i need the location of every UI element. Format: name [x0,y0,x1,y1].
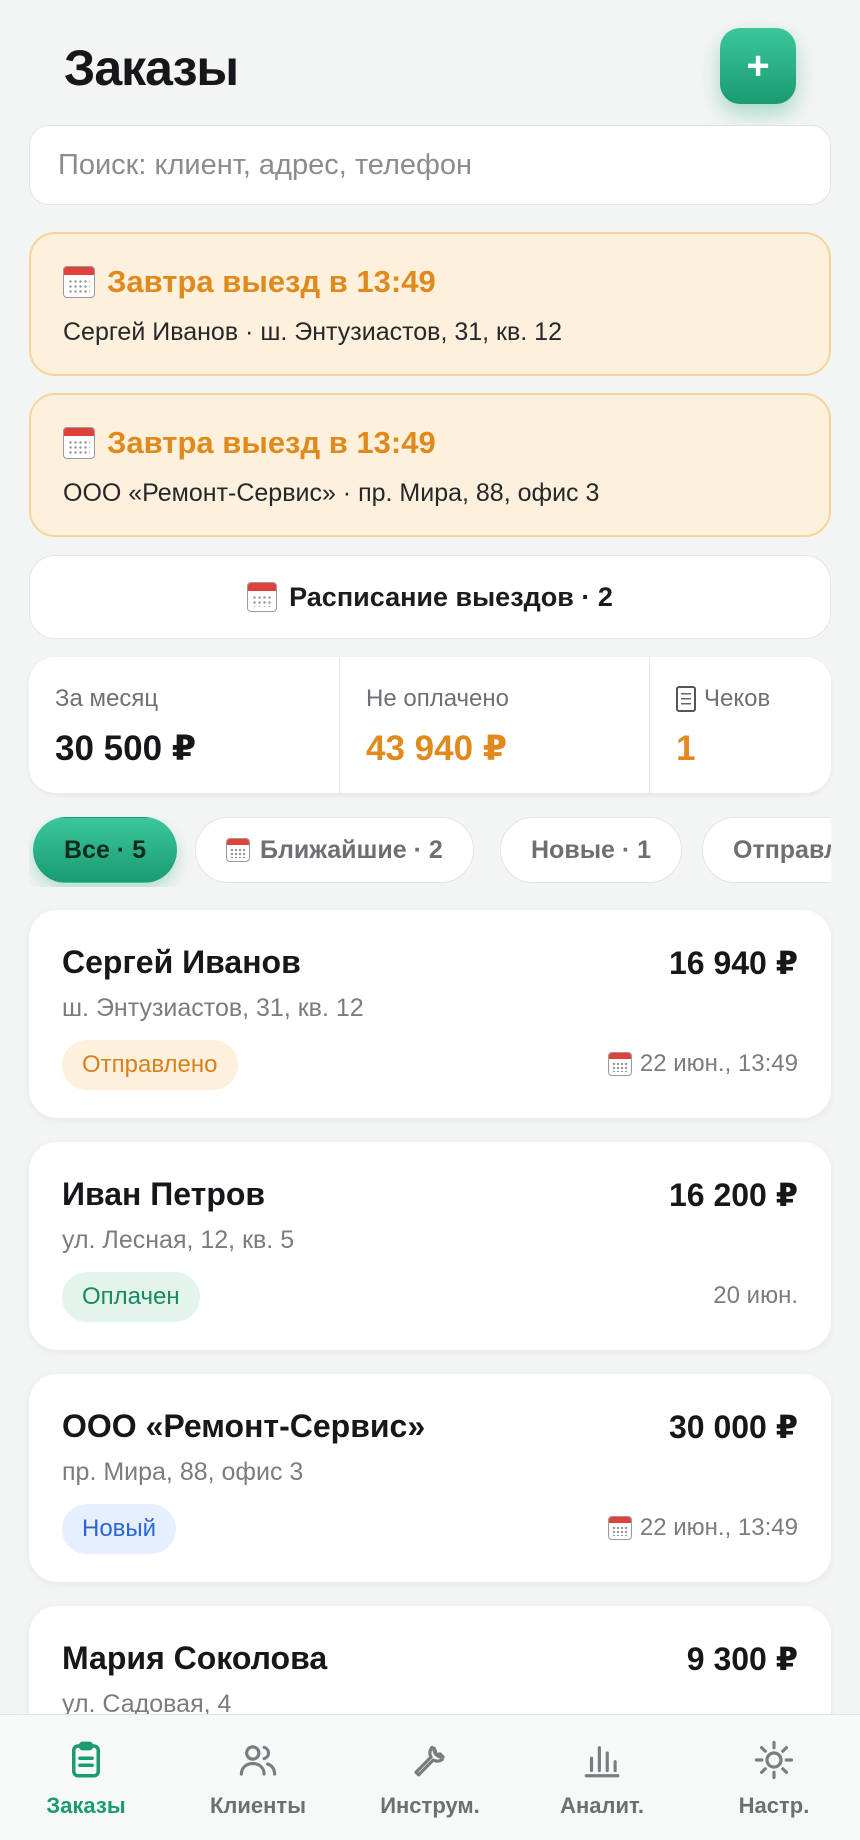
orders-screen: Заказы + Завтра выезд в 13:49 Сергей Ива… [0,0,860,1840]
stat-value: 43 940 ₽ [366,729,508,768]
calendar-icon [63,266,95,298]
stat-label: Не оплачено [366,685,509,712]
schedule-label: Расписание выездов · 2 [289,581,613,612]
order-card[interactable]: ООО «Ремонт-Сервис» 30 000 ₽ пр. Мира, 8… [29,1374,831,1582]
client-name: Иван Петров [62,1176,266,1212]
chart-icon [584,1746,620,1778]
order-address: ул. Лесная, 12, кв. 5 [62,1226,295,1254]
stat-receipts: Чеков 1 [649,657,831,793]
reminder-title: Завтра выезд в 13:49 [107,425,436,460]
calendar-icon [607,1516,632,1540]
search-box [29,125,831,205]
page-title: Заказы [64,40,239,96]
orders-icon [72,1741,100,1778]
filter-chip-upcoming[interactable]: Ближайшие · 2 [195,817,474,883]
order-address: ш. Энтузиастов, 31, кв. 12 [62,994,364,1022]
order-card[interactable]: Сергей Иванов 16 940 ₽ ш. Энтузиастов, 3… [29,910,831,1118]
nav-label: Заказы [46,1793,126,1818]
order-date: 22 июн., 13:49 [607,1514,798,1542]
stats-panel: За месяц 30 500 ₽ Не оплачено 43 940 ₽ Ч… [29,657,831,793]
nav-label: Аналит. [560,1793,644,1818]
chip-label: Ближайшие · 2 [260,835,443,864]
chip-label: Отправлено [733,835,831,864]
order-date-text: 20 июн. [713,1282,798,1309]
client-name: ООО «Ремонт-Сервис» [62,1408,426,1444]
stat-unpaid: Не оплачено 43 940 ₽ [339,657,649,793]
settings-icon [754,1740,794,1780]
nav-settings[interactable]: Настр. [688,1715,860,1840]
calendar-icon [607,1052,632,1076]
order-price: 30 000 ₽ [668,1409,798,1445]
order-price: 16 200 ₽ [668,1177,798,1213]
order-date: 20 июн. [713,1282,798,1310]
stat-value: 30 500 ₽ [55,729,197,768]
nav-label: Настр. [738,1793,810,1818]
status-badge: Новый [62,1504,177,1554]
clients-icon [239,1745,277,1776]
nav-clients[interactable]: Клиенты [172,1715,344,1840]
reminder-title: Завтра выезд в 13:49 [107,264,436,299]
order-date-text: 22 июн., 13:49 [639,1514,798,1541]
reminder-subtitle: Сергей Иванов · ш. Энтузиастов, 31, кв. … [63,318,562,346]
add-order-button[interactable]: + [720,28,796,104]
reminder-card[interactable]: Завтра выезд в 13:49 Сергей Иванов · ш. … [29,232,831,376]
receipt-icon [676,686,696,712]
status-badge: Оплачен [62,1272,200,1322]
order-address: пр. Мира, 88, офис 3 [62,1458,304,1486]
calendar-icon [63,427,95,459]
stat-label: Чеков [704,685,771,712]
order-date-text: 22 июн., 13:49 [639,1050,798,1077]
nav-tools[interactable]: Инструм. [344,1715,516,1840]
client-name: Мария Соколова [62,1640,328,1676]
filter-chip-new[interactable]: Новые · 1 [500,817,683,883]
calendar-icon [226,838,250,862]
stat-label: За месяц [55,685,159,712]
status-badge: Отправлено [62,1040,238,1090]
client-name: Сергей Иванов [62,944,301,980]
bottom-nav: Заказы Клиенты Инструм. Аналит. Настр. [0,1714,860,1840]
chip-label: Новые · 1 [531,835,652,864]
chip-label: Все · 5 [64,835,146,864]
nav-analytics[interactable]: Аналит. [516,1715,688,1840]
nav-label: Инструм. [380,1793,480,1818]
reminder-subtitle: ООО «Ремонт-Сервис» · пр. Мира, 88, офис… [63,479,600,507]
filter-chip-all[interactable]: Все · 5 [33,817,177,883]
order-price: 9 300 ₽ [686,1641,798,1677]
filter-chips: Все · 5 Ближайшие · 2 Новые · 1 Отправле… [29,817,831,887]
order-price: 16 940 ₽ [668,945,798,981]
search-input[interactable] [58,148,802,182]
stat-month: За месяц 30 500 ₽ [29,657,339,793]
order-card[interactable]: Иван Петров 16 200 ₽ ул. Лесная, 12, кв.… [29,1142,831,1350]
nav-label: Клиенты [209,1793,306,1818]
filter-chip-sent[interactable]: Отправлено [702,817,831,883]
nav-orders[interactable]: Заказы [0,1715,172,1840]
stat-value: 1 [676,729,696,768]
order-date: 22 июн., 13:49 [607,1050,798,1078]
reminder-card[interactable]: Завтра выезд в 13:49 ООО «Ремонт-Сервис»… [29,393,831,537]
schedule-button[interactable]: Расписание выездов · 2 [29,555,831,639]
calendar-icon [247,582,278,612]
wrench-icon [414,1745,445,1777]
